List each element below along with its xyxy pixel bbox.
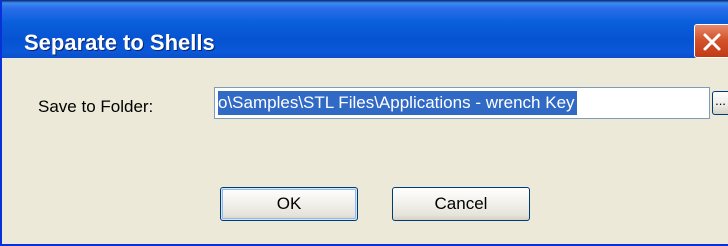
browse-folder-button[interactable]: ... bbox=[712, 91, 728, 115]
folder-path-value: o\Samples\STL Files\Applications - wrenc… bbox=[218, 91, 577, 115]
close-x-icon bbox=[703, 33, 721, 51]
dialog-body: Save to Folder: o\Samples\STL Files\Appl… bbox=[2, 58, 728, 244]
ok-button[interactable]: OK bbox=[220, 187, 358, 221]
cancel-button[interactable]: Cancel bbox=[392, 187, 530, 221]
title-bar[interactable]: Separate to Shells bbox=[2, 0, 728, 58]
save-to-folder-label: Save to Folder: bbox=[38, 97, 154, 116]
folder-path-input[interactable]: o\Samples\STL Files\Applications - wrenc… bbox=[214, 87, 710, 119]
close-button[interactable] bbox=[694, 24, 728, 58]
separate-to-shells-dialog: Separate to Shells Save to Folder: o\Sam… bbox=[0, 0, 728, 246]
dialog-title: Separate to Shells bbox=[24, 30, 215, 55]
